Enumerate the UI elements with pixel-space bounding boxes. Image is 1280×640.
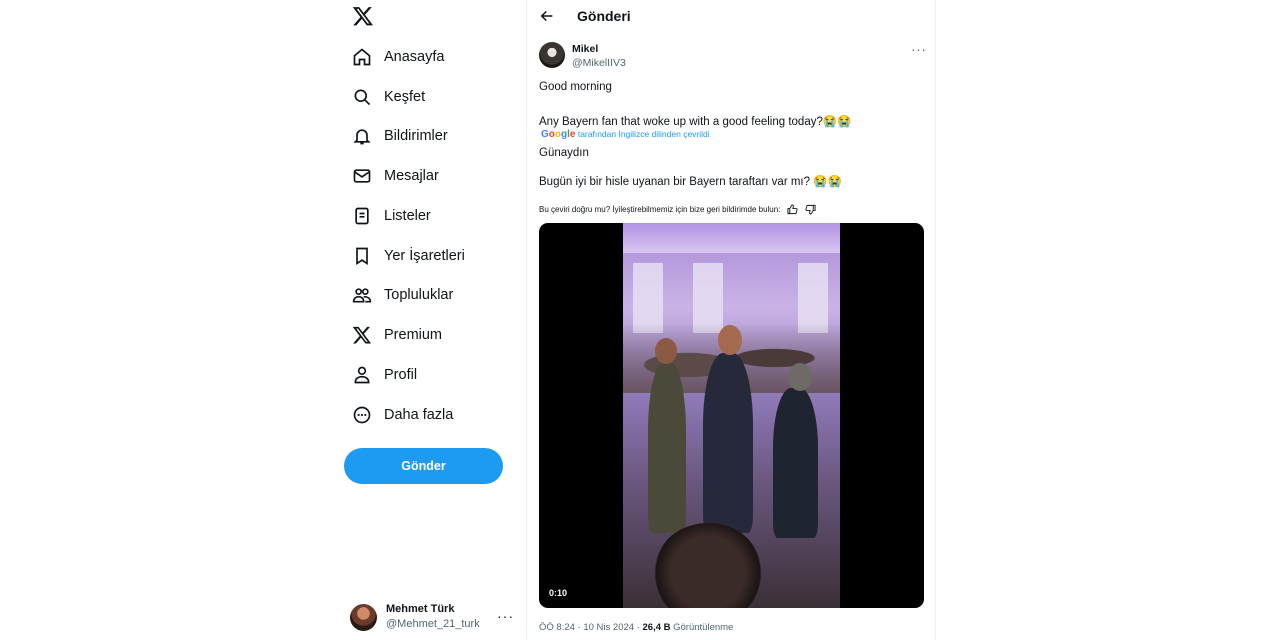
translation-line2: Bugün iyi bir hisle uyanan bir Bayern ta… xyxy=(539,176,842,188)
account-name: Mehmet Türk xyxy=(386,603,455,615)
nav-item-more[interactable]: Daha fazla xyxy=(340,395,526,435)
search-icon xyxy=(352,87,372,107)
post-button[interactable]: Gönder xyxy=(344,448,503,484)
account-more-icon[interactable]: ··· xyxy=(497,608,514,624)
video-person-head xyxy=(655,338,677,364)
tweet-meta: ÖÖ 8:24 · 10 Nis 2024 · 26,4 B Görüntüle… xyxy=(539,622,733,633)
tweet-timestamp[interactable]: ÖÖ 8:24 · 10 Nis 2024 · xyxy=(539,622,643,633)
account-handle: @Mehmet_21_turk xyxy=(386,618,480,630)
bookmark-icon xyxy=(352,246,372,266)
translation-attribution[interactable]: Google tarafından İngilizce dilinden çev… xyxy=(541,129,710,140)
post-detail-column: Gönderi Mikel @MikelIIV3 ··· Good mornin… xyxy=(526,0,936,640)
nav-item-label: Listeler xyxy=(384,207,431,224)
person-icon xyxy=(352,365,372,385)
primary-navigation: Anasayfa Keşfet Bildirimler Mesajlar Lis… xyxy=(340,37,526,435)
video-frame xyxy=(623,223,840,608)
x-logo-icon xyxy=(352,325,372,345)
communities-icon xyxy=(352,285,372,305)
tweet-text-line1: Good morning xyxy=(539,81,612,93)
video-person-head xyxy=(718,325,742,355)
page-title: Gönderi xyxy=(577,8,631,24)
video-foreground xyxy=(653,523,763,608)
thumbs-up-icon[interactable] xyxy=(787,204,798,215)
author-handle[interactable]: @MikelIIV3 xyxy=(572,57,626,69)
nav-item-premium[interactable]: Premium xyxy=(340,315,526,355)
account-names: Mehmet Türk @Mehmet_21_turk xyxy=(386,602,480,632)
nav-item-label: Anasayfa xyxy=(384,48,445,65)
thumbs-down-icon[interactable] xyxy=(805,204,816,215)
nav-item-communities[interactable]: Topluluklar xyxy=(340,276,526,316)
nav-item-label: Profil xyxy=(384,366,418,383)
x-logo-icon[interactable] xyxy=(352,5,374,27)
bell-icon xyxy=(352,126,372,146)
google-logo-icon: Google xyxy=(541,129,576,140)
nav-item-notifications[interactable]: Bildirimler xyxy=(340,117,526,157)
nav-item-lists[interactable]: Listeler xyxy=(340,196,526,236)
list-icon xyxy=(352,206,372,226)
nav-item-label: Daha fazla xyxy=(384,406,454,423)
tweet-text-line2: Any Bayern fan that woke up with a good … xyxy=(539,116,852,128)
video-timestamp: 0:10 xyxy=(549,588,568,598)
avatar xyxy=(350,603,377,631)
video-player[interactable]: 0:10 xyxy=(539,223,924,608)
video-person xyxy=(703,353,753,533)
translation-attribution-text: tarafından İngilizce dilinden çevrildi xyxy=(577,129,710,139)
more-circle-icon xyxy=(352,405,372,425)
video-person xyxy=(648,363,686,533)
nav-item-label: Yer İşaretleri xyxy=(384,247,465,264)
nav-item-label: Mesajlar xyxy=(384,168,439,185)
video-person-head xyxy=(788,363,812,391)
back-arrow-icon[interactable] xyxy=(539,8,555,24)
views-count: 26,4 B xyxy=(642,622,671,633)
translation-line1: Günaydın xyxy=(539,147,589,159)
nav-item-explore[interactable]: Keşfet xyxy=(340,77,526,117)
tweet-more-icon[interactable]: ··· xyxy=(911,41,927,57)
mail-icon xyxy=(352,166,372,186)
video-person xyxy=(773,388,818,538)
translation-feedback: Bu çeviri doğru mu? İyileştirebilmemiz i… xyxy=(539,204,816,215)
sidebar: Anasayfa Keşfet Bildirimler Mesajlar Lis… xyxy=(340,0,526,640)
post-header: Gönderi xyxy=(527,0,935,33)
nav-item-label: Premium xyxy=(384,327,443,344)
author-name[interactable]: Mikel xyxy=(572,43,598,55)
nav-item-messages[interactable]: Mesajlar xyxy=(340,156,526,196)
translation-feedback-text: Bu çeviri doğru mu? İyileştirebilmemiz i… xyxy=(539,205,781,214)
nav-item-label: Keşfet xyxy=(384,88,426,105)
nav-item-profile[interactable]: Profil xyxy=(340,355,526,395)
nav-item-label: Topluluklar xyxy=(384,287,454,304)
nav-item-bookmarks[interactable]: Yer İşaretleri xyxy=(340,236,526,276)
views-label: Görüntülenme xyxy=(670,622,734,633)
nav-item-home[interactable]: Anasayfa xyxy=(340,37,526,77)
video-ceiling xyxy=(623,223,840,253)
home-icon xyxy=(352,47,372,67)
author-avatar[interactable] xyxy=(539,42,565,68)
nav-item-label: Bildirimler xyxy=(384,128,448,145)
account-switcher[interactable]: Mehmet Türk @Mehmet_21_turk ··· xyxy=(350,600,518,634)
